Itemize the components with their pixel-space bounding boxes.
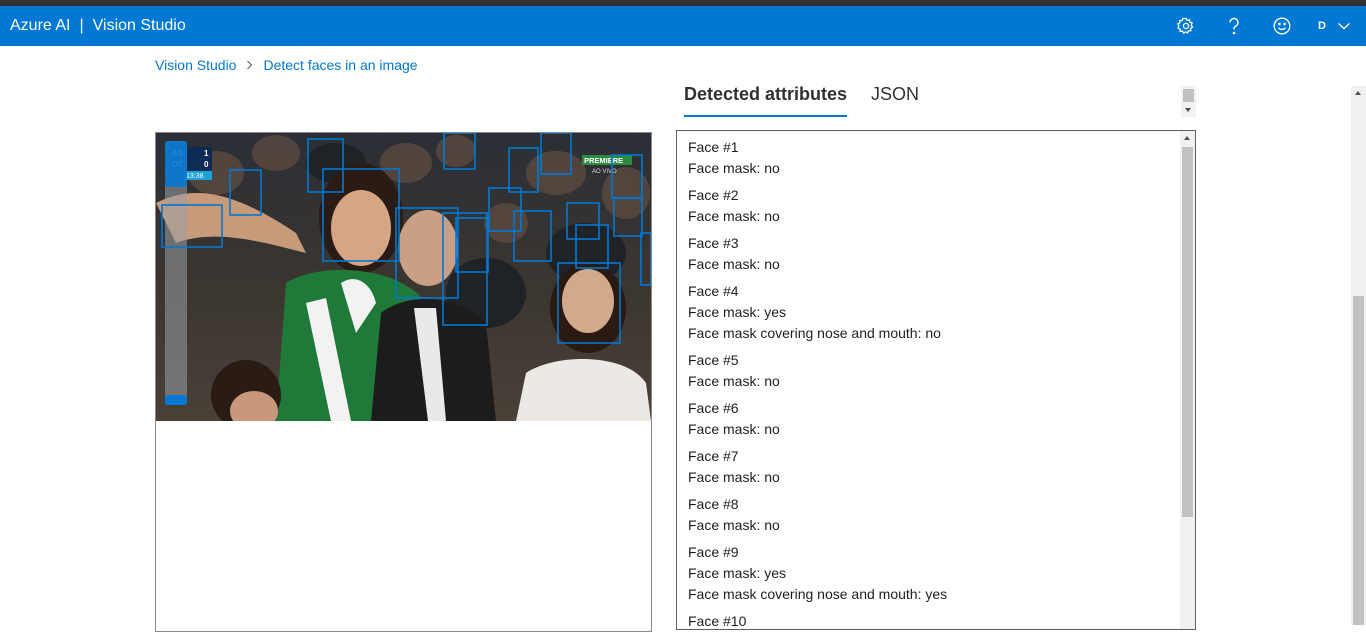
scroll-up-arrow-icon[interactable] xyxy=(1184,136,1190,140)
avatar[interactable]: D xyxy=(1312,16,1332,36)
face-attribute-item: Face #10 xyxy=(677,605,1195,629)
help-icon[interactable] xyxy=(1222,14,1246,38)
settings-icon[interactable] xyxy=(1174,14,1198,38)
face-title: Face #8 xyxy=(688,496,739,512)
face-attribute-line: Face mask: no xyxy=(688,373,780,389)
page-scrollbar[interactable] xyxy=(1351,86,1366,625)
face-title: Face #7 xyxy=(688,448,739,464)
detected-attributes-list: Face #1 Face mask: no Face #2 Face mask: no… xyxy=(676,130,1196,630)
face-attribute-item: Face #2 Face mask: no xyxy=(677,179,1195,227)
face-attribute-item: Face #1 Face mask: no xyxy=(677,131,1195,179)
results-scrollbar-thumb[interactable] xyxy=(1182,147,1193,517)
scroll-down-arrow-icon[interactable] xyxy=(1185,108,1191,112)
face-attribute-item: Face #8 Face mask: no xyxy=(677,488,1195,536)
page-scroll-up-arrow-icon[interactable] xyxy=(1355,91,1361,95)
face-title: Face #3 xyxy=(688,235,739,251)
broadcast-badge: PREMIERE xyxy=(584,156,623,165)
app-brand[interactable]: Azure AI | Vision Studio xyxy=(10,6,186,46)
image-preview-frame: AS 1 OT 0 13:38 PREMIERE AO VIVO xyxy=(155,132,652,632)
face-attribute-line: Face mask: no xyxy=(688,517,780,533)
tab-json[interactable]: JSON xyxy=(871,84,919,117)
face-title: Face #4 xyxy=(688,283,739,299)
brand-main: Azure AI xyxy=(10,17,71,34)
results-scrollbar[interactable] xyxy=(1180,131,1195,629)
face-title: Face #1 xyxy=(688,139,739,155)
chevron-right-icon xyxy=(246,60,253,70)
scoreboard-score-2: 0 xyxy=(204,160,209,169)
breadcrumb: Vision Studio Detect faces in an image xyxy=(155,57,418,73)
face-attribute-item: Face #6 Face mask: no xyxy=(677,392,1195,440)
face-attribute-line: Face mask: no xyxy=(688,421,780,437)
face-attribute-line: Face mask: no xyxy=(688,469,780,485)
scoreboard-clock: 13:38 xyxy=(186,173,204,180)
app-header: Azure AI | Vision Studio D xyxy=(0,6,1366,46)
face-attribute-line: Face mask: no xyxy=(688,208,780,224)
face-attribute-item: Face #4 Face mask: yes Face mask covering … xyxy=(677,275,1195,344)
face-attribute-line: Face mask: yes xyxy=(688,565,787,581)
face-attribute-line: Face mask: yes xyxy=(688,304,787,320)
face-attribute-line: Face mask covering nose and mouth: yes xyxy=(688,586,948,602)
face-title: Face #6 xyxy=(688,400,739,416)
face-attribute-line: Face mask covering nose and mouth: no xyxy=(688,325,941,341)
face-attribute-item: Face #3 Face mask: no xyxy=(677,227,1195,275)
tabs-scrollbar[interactable] xyxy=(1181,86,1196,117)
face-title: Face #2 xyxy=(688,187,739,203)
tab-detected-attributes[interactable]: Detected attributes xyxy=(684,84,848,117)
detection-image: AS 1 OT 0 13:38 PREMIERE AO VIVO xyxy=(156,133,651,421)
face-title: Face #5 xyxy=(688,352,739,368)
face-attribute-item: Face #7 Face mask: no xyxy=(677,440,1195,488)
face-attribute-line: Face mask: no xyxy=(688,256,780,272)
face-attribute-item: Face #5 Face mask: no xyxy=(677,344,1195,392)
crowd-photo: AS 1 OT 0 13:38 PREMIERE AO VIVO xyxy=(156,133,651,421)
results-tabs: Detected attributes JSON xyxy=(684,84,943,117)
breadcrumb-detect-faces[interactable]: Detect faces in an image xyxy=(263,57,417,73)
feedback-smiley-icon[interactable] xyxy=(1270,14,1294,38)
face-list: Face #1 Face mask: no Face #2 Face mask: no… xyxy=(677,131,1195,629)
brand-separator: | xyxy=(79,17,84,34)
tabs-scrollbar-thumb[interactable] xyxy=(1183,89,1194,102)
face-title: Face #9 xyxy=(688,544,739,560)
broadcast-badge-sub: AO VIVO xyxy=(592,169,617,175)
face-title: Face #10 xyxy=(688,613,747,629)
face-attribute-line: Face mask: no xyxy=(688,160,780,176)
brand-product: Vision Studio xyxy=(92,17,186,34)
breadcrumb-vision-studio[interactable]: Vision Studio xyxy=(155,57,236,73)
scoreboard-score-1: 1 xyxy=(204,149,209,158)
face-attribute-item: Face #9 Face mask: yes Face mask covering … xyxy=(677,536,1195,605)
chevron-down-icon[interactable] xyxy=(1332,14,1356,38)
page-scrollbar-thumb[interactable] xyxy=(1353,296,1364,625)
